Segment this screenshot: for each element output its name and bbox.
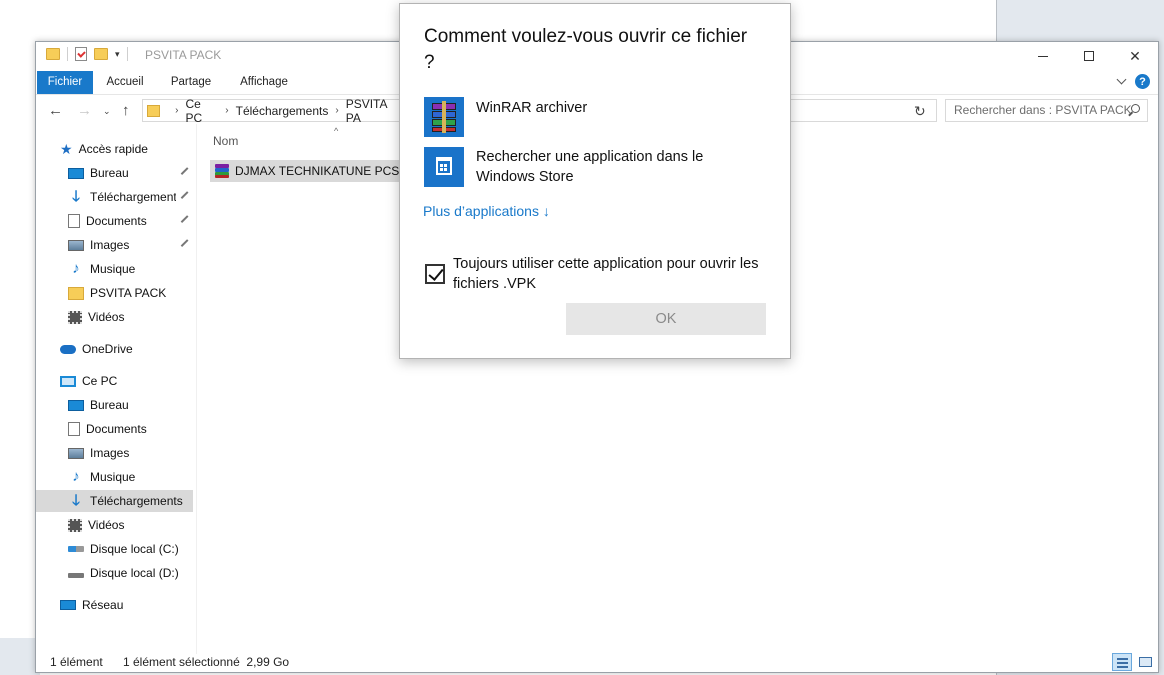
nav-quick-access[interactable]: ★ Accès rapide [60, 138, 217, 160]
window-controls: ✕ [1020, 42, 1158, 70]
tab-fichier[interactable]: Fichier [37, 71, 93, 94]
address-bar[interactable]: › Ce PC › Téléchargements › PSVITA PA [142, 97, 402, 125]
always-use-label[interactable]: Toujours utiliser cette application pour… [453, 254, 773, 294]
window-title: PSVITA PACK [145, 48, 222, 62]
download-icon: 🡓 [72, 492, 80, 509]
nav-pc-documents[interactable]: Documents [68, 418, 193, 440]
store-icon [424, 147, 464, 187]
computer-icon [60, 375, 76, 387]
videos-icon [68, 518, 82, 532]
close-button[interactable]: ✕ [1112, 42, 1158, 70]
breadcrumb-ce-pc[interactable]: Ce PC [185, 97, 218, 125]
file-name: DJMAX TECHNIKATUNE PCSE00 [235, 164, 421, 178]
item-count: 1 élément [50, 655, 103, 669]
winrar-icon [424, 97, 464, 137]
search-input[interactable]: Rechercher dans : PSVITA PACK [945, 99, 1148, 122]
desktop-icon [68, 167, 84, 179]
nav-network[interactable]: Réseau [60, 594, 217, 616]
background-window-bottom [0, 638, 40, 675]
expand-ribbon-icon[interactable] [1116, 74, 1127, 85]
nav-drive-d[interactable]: Disque local (D:) [68, 562, 193, 584]
windows-drive-icon [68, 546, 84, 552]
pin-icon [180, 215, 192, 226]
breadcrumb-psvita-pack[interactable]: PSVITA PA [346, 97, 401, 125]
star-icon: ★ [60, 141, 73, 157]
nav-quick-videos[interactable]: Vidéos [68, 306, 193, 328]
nav-pc-telechargements[interactable]: 🡓 Téléchargements [36, 490, 193, 512]
music-icon: ♪ [72, 468, 80, 485]
winrar-archive-icon [214, 163, 230, 179]
music-icon: ♪ [72, 260, 80, 277]
help-icon[interactable]: ? [1135, 74, 1150, 89]
minimize-icon [1038, 55, 1048, 57]
back-arrow-icon[interactable]: ← [48, 102, 63, 119]
always-use-checkbox[interactable] [425, 264, 445, 284]
search-placeholder: Rechercher dans : PSVITA PACK [954, 103, 1132, 117]
large-icons-view-button[interactable] [1135, 653, 1155, 671]
pin-icon [180, 239, 192, 250]
nav-quick-documents[interactable]: Documents [68, 210, 193, 232]
videos-icon [68, 310, 82, 324]
nav-pc-bureau[interactable]: Bureau [68, 394, 193, 416]
nav-pc-videos[interactable]: Vidéos [68, 514, 193, 536]
forward-arrow-icon[interactable]: → [77, 102, 92, 119]
more-apps-link[interactable]: Plus d’applications ↓ [423, 203, 550, 219]
column-header-name[interactable]: Nom [213, 134, 238, 148]
app-name-winrar: WinRAR archiver [476, 100, 588, 116]
documents-icon [68, 422, 80, 436]
app-option-winrar[interactable]: WinRAR archiver [424, 97, 587, 137]
ok-button[interactable]: OK [566, 303, 766, 335]
folder-icon [68, 286, 84, 300]
sort-ascending-icon: ^ [334, 126, 339, 136]
tab-accueil[interactable]: Accueil [96, 71, 154, 94]
maximize-button[interactable] [1066, 42, 1112, 70]
dialog-title: Comment voulez-vous ouvrir ce fichier ? [424, 26, 748, 73]
pin-icon [180, 191, 192, 202]
nav-quick-psvita-pack[interactable]: PSVITA PACK [68, 282, 193, 304]
refresh-icon[interactable]: ↻ [914, 103, 926, 120]
large-icons-icon [1139, 657, 1152, 667]
nav-pc-musique[interactable]: ♪ Musique [68, 466, 193, 488]
app-option-store[interactable]: Rechercher une application dans le Windo… [424, 147, 736, 187]
tab-partage[interactable]: Partage [161, 71, 221, 94]
nav-quick-bureau[interactable]: Bureau [68, 162, 193, 184]
documents-icon [68, 214, 80, 228]
nav-onedrive[interactable]: OneDrive [60, 338, 217, 360]
details-view-button[interactable] [1112, 653, 1132, 671]
open-with-dialog: Comment voulez-vous ouvrir ce fichier ? … [399, 3, 791, 359]
navigation-pane: ★ Accès rapide Bureau 🡓 Téléchargements Do… [36, 134, 196, 644]
network-icon [60, 600, 76, 610]
customize-toolbar-icon[interactable]: ▾ [115, 49, 120, 60]
app-name-store: Rechercher une application dans le Windo… [476, 149, 704, 185]
quick-access-toolbar: ▾ [46, 47, 128, 61]
nav-quick-telechargements[interactable]: 🡓 Téléchargements [68, 186, 193, 208]
new-folder-icon[interactable] [94, 48, 108, 60]
recent-locations-icon[interactable]: ⌄ [103, 106, 111, 117]
download-icon: 🡓 [72, 188, 80, 205]
folder-icon [46, 48, 60, 60]
nav-drive-c[interactable]: Disque local (C:) [68, 538, 193, 560]
nav-quick-images[interactable]: Images [68, 234, 193, 256]
desktop-icon [68, 399, 84, 411]
minimize-button[interactable] [1020, 42, 1066, 70]
pin-icon [180, 167, 192, 178]
drive-icon [68, 572, 84, 578]
pictures-icon [68, 239, 84, 251]
folder-icon [147, 104, 161, 117]
nav-pc-images[interactable]: Images [68, 442, 193, 464]
tab-affichage[interactable]: Affichage [231, 71, 297, 94]
properties-icon[interactable] [75, 47, 87, 61]
selection-info: 1 élément sélectionné 2,99 Go [123, 655, 290, 669]
up-arrow-icon[interactable]: ↑ [122, 102, 130, 119]
status-bar: 1 élément 1 élément sélectionné 2,99 Go [36, 650, 1158, 674]
pictures-icon [68, 447, 84, 459]
nav-this-pc[interactable]: Ce PC [60, 370, 217, 392]
nav-quick-musique[interactable]: ♪ Musique [68, 258, 193, 280]
breadcrumb-telechargements[interactable]: Téléchargements [236, 104, 329, 118]
cloud-icon [60, 344, 76, 354]
close-icon: ✕ [1129, 47, 1141, 64]
search-icon [1131, 104, 1140, 113]
maximize-icon [1084, 51, 1094, 61]
